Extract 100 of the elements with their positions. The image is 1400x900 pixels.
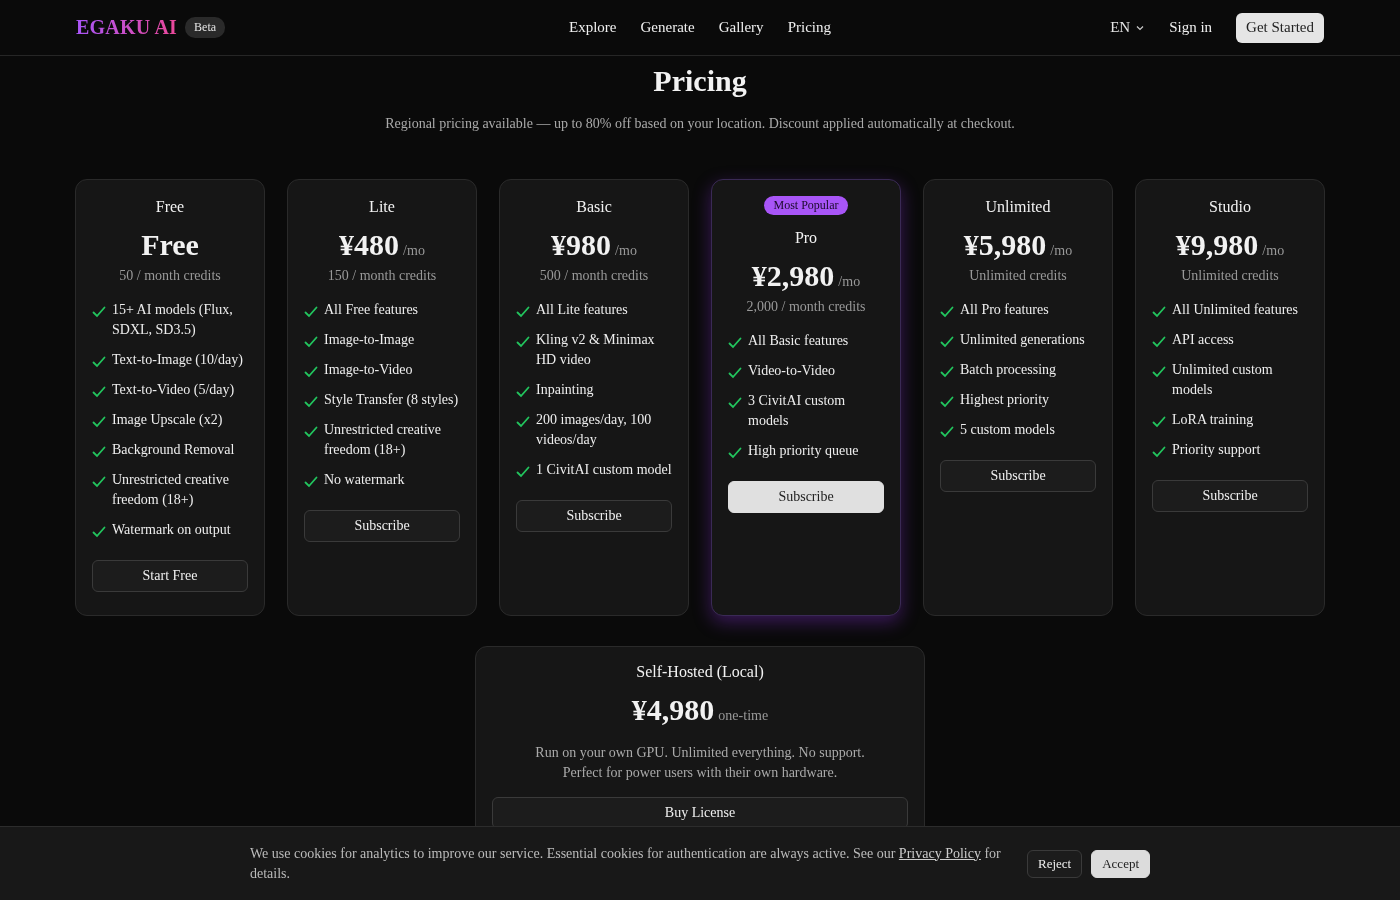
- check-icon: [92, 415, 106, 429]
- plan-name: Studio: [1209, 198, 1251, 216]
- page-title: Pricing: [653, 64, 747, 98]
- check-icon: [1152, 445, 1166, 459]
- feature-text: All Lite features: [536, 301, 628, 319]
- beta-badge: Beta: [185, 17, 226, 38]
- price-period: /mo: [615, 243, 637, 259]
- feature-text: Style Transfer (8 styles): [324, 391, 459, 409]
- feature-text: Watermark on output: [112, 521, 231, 539]
- check-icon: [516, 305, 530, 319]
- nav-link[interactable]: Pricing: [787, 19, 831, 36]
- nav-link[interactable]: Explore: [569, 19, 617, 36]
- feature-text: 3 CivitAI custom models: [748, 392, 847, 430]
- cookie-button[interactable]: Accept: [1091, 849, 1150, 878]
- nav-link[interactable]: Generate: [640, 19, 695, 36]
- check-icon: [92, 525, 106, 539]
- check-icon: [516, 385, 530, 399]
- check-icon: [304, 425, 318, 439]
- buy-license-button[interactable]: Buy License: [492, 797, 908, 829]
- feature-text: 1 CivitAI custom model: [536, 461, 672, 479]
- price-period: /mo: [838, 274, 861, 290]
- check-icon: [940, 425, 954, 439]
- check-icon: [304, 395, 318, 409]
- feature-text: Unlimited generations: [960, 331, 1085, 349]
- check-icon: [92, 305, 106, 319]
- feature-text: Unlimited custom models: [1172, 361, 1274, 399]
- cookie-message: We use cookies for analytics to improve our service. Essential cookies for authentication are always active. See our Privacy Policy for details.: [250, 844, 1002, 883]
- plan-name: Lite: [369, 198, 395, 216]
- price-period: /mo: [1262, 243, 1285, 259]
- plan-button[interactable]: Start Free: [92, 560, 248, 592]
- feature-text: Background Removal: [112, 441, 235, 459]
- check-icon: [1152, 305, 1166, 319]
- feature-text: Kling v2 & Minimax HD video: [536, 331, 656, 369]
- plan-name: Self-Hosted (Local): [636, 663, 764, 681]
- nav-link[interactable]: Gallery: [718, 19, 764, 36]
- feature-text: LoRA training: [1172, 411, 1254, 429]
- plan-credits: 2,000 / month credits: [746, 299, 866, 315]
- plan-button[interactable]: Subscribe: [940, 460, 1096, 492]
- subtitle: Regional pricing available — up to 80% off based on your location. Discount applied automatically at checkout.: [385, 116, 1015, 132]
- popular-badge: Most Popular: [764, 196, 848, 215]
- feature-text: 5 custom models: [960, 421, 1055, 439]
- feature-text: API access: [1172, 331, 1234, 349]
- plan-name: Basic: [576, 198, 612, 216]
- get-started-button[interactable]: Get Started: [1236, 12, 1324, 43]
- language-selector[interactable]: EN: [1110, 19, 1146, 36]
- check-icon: [304, 305, 318, 319]
- plan-button[interactable]: Subscribe: [1152, 480, 1308, 512]
- check-icon: [728, 446, 742, 460]
- cookie-button[interactable]: Reject: [1027, 849, 1083, 878]
- check-icon: [516, 335, 530, 349]
- plan-credits: Unlimited credits: [969, 268, 1067, 284]
- check-icon: [304, 335, 318, 349]
- plan-button[interactable]: Subscribe: [516, 500, 672, 532]
- feature-text: Image-to-Image: [324, 331, 415, 349]
- plan-credits: 50 / month credits: [119, 268, 221, 284]
- check-icon: [92, 385, 106, 399]
- check-icon: [728, 336, 742, 350]
- feature-text: All Basic features: [748, 332, 849, 350]
- check-icon: [728, 366, 742, 380]
- feature-text: No watermark: [324, 471, 405, 489]
- feature-text: Inpainting: [536, 381, 594, 399]
- plan-button[interactable]: Subscribe: [304, 510, 460, 542]
- check-icon: [304, 475, 318, 489]
- plan-credits: 500 / month credits: [539, 268, 649, 284]
- check-icon: [516, 415, 530, 429]
- feature-text: Text-to-Image (10/day): [112, 351, 243, 369]
- feature-text: Priority support: [1172, 441, 1261, 459]
- plan-name: Unlimited: [985, 198, 1051, 216]
- check-icon: [92, 355, 106, 369]
- plan-name: Pro: [794, 229, 818, 247]
- price-period: /mo: [403, 243, 425, 259]
- feature-text: 15+ AI models (Flux, SDXL, SD3.5): [112, 301, 234, 339]
- feature-text: All Unlimited features: [1172, 301, 1298, 319]
- feature-text: Unrestricted creative freedom (18+): [324, 421, 442, 459]
- check-icon: [92, 445, 106, 459]
- plan-credits: Unlimited credits: [1181, 268, 1279, 284]
- check-icon: [92, 475, 106, 489]
- plan-description: Run on your own GPU. Unlimited everything. No support. Perfect for power users with their own hardware.: [534, 744, 866, 782]
- check-icon: [1152, 415, 1166, 429]
- plan-credits: 150 / month credits: [327, 268, 437, 284]
- feature-text: All Free features: [324, 301, 419, 319]
- feature-text: High priority queue: [748, 442, 859, 460]
- plan-price: ¥480: [339, 228, 400, 262]
- feature-text: 200 images/day, 100 videos/day: [536, 411, 653, 449]
- feature-text: Image-to-Video: [324, 361, 413, 379]
- plan-price: ¥980: [551, 228, 612, 262]
- feature-text: All Pro features: [960, 301, 1049, 319]
- check-icon: [1152, 335, 1166, 349]
- plan-price: Free: [141, 228, 199, 262]
- plan-price: ¥9,980: [1175, 228, 1259, 262]
- check-icon: [1152, 365, 1166, 379]
- feature-text: Video-to-Video: [748, 362, 835, 380]
- plan-price: ¥4,980: [631, 693, 715, 727]
- plan-button[interactable]: Subscribe: [728, 481, 884, 513]
- plan-name: Free: [155, 198, 185, 216]
- feature-text: Unrestricted creative freedom (18+): [112, 471, 230, 509]
- sign-in-link[interactable]: Sign in: [1169, 19, 1213, 36]
- privacy-policy-link[interactable]: Privacy Policy: [898, 845, 981, 861]
- check-icon: [940, 365, 954, 379]
- feature-text: Image Upscale (x2): [112, 411, 223, 429]
